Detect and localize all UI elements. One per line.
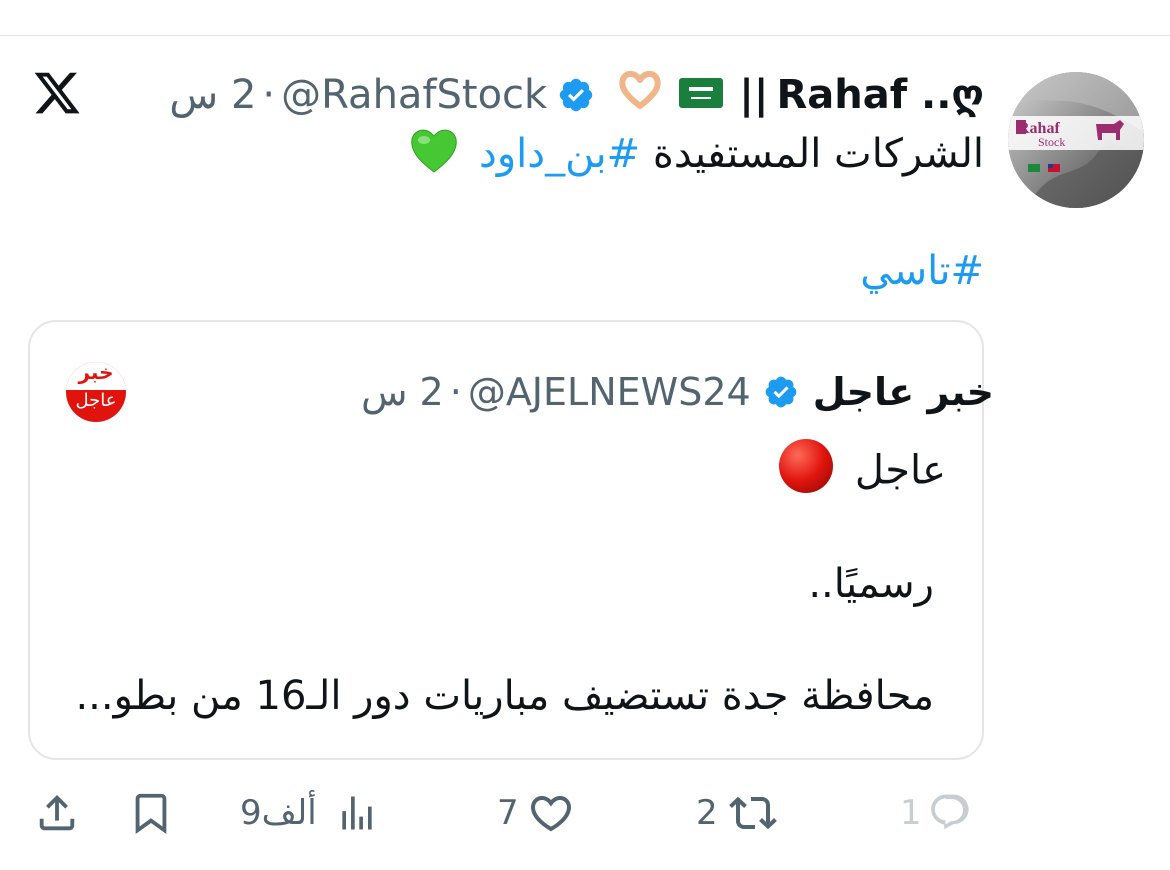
quote-avatar-top-text: خبر [78,362,114,384]
like-action[interactable]: 7 [497,788,577,838]
tweet-header: Rahaf ..ღ || @RahafStock · 2 س [169,70,984,120]
like-icon [530,796,571,832]
quote-handle[interactable]: @AJELNEWS24 [468,370,751,414]
reply-icon [930,794,969,830]
hashtag-link-tasi[interactable]: #تاسي [860,248,984,294]
bookmark-icon [135,793,167,834]
quote-author-name[interactable]: خبر عاجل [813,370,994,414]
reply-action[interactable]: 1 [900,788,972,838]
retweet-action[interactable]: 2 [696,788,780,838]
quote-text-line-1: عاجل [778,438,946,507]
quote-text-line-3: محافظة جدة تستضيف مباريات دور الـ16 من ب… [75,673,934,719]
author-handle[interactable]: @RahafStock [281,72,547,118]
quote-author-avatar[interactable]: خبر عاجل [66,362,126,422]
hashtag-link[interactable]: #بن_داود [479,131,640,177]
quote-time[interactable]: 2 س [361,370,444,414]
verified-badge-icon [559,78,593,112]
reply-count: 1 [900,793,922,833]
views-action[interactable]: 9ألف [240,788,379,838]
like-count: 7 [497,793,519,833]
red-circle-icon [778,438,834,507]
quote-text-urgent: عاجل [854,447,946,494]
tweet-text-line-2: #تاسي [860,246,984,296]
retweet-count: 2 [696,793,718,833]
avatar-image: Rahaf Stock [1008,72,1144,208]
top-divider [0,35,1170,36]
quote-meta-dot: · [449,370,462,414]
quote-header: 2 س · @AJELNEWS24 خبر عاجل [361,367,994,417]
avatar-text-sub: Stock [1038,135,1065,149]
heart-hands-icon [617,70,663,120]
retweet-icon [728,796,777,830]
verified-badge-icon [765,376,797,408]
views-icon [341,796,372,830]
quote-avatar-bottom-text: عاجل [75,390,117,411]
x-logo-icon [34,72,80,114]
meta-dot: · [262,72,276,118]
green-heart-icon [408,126,460,186]
quote-text-line-2: رسميًا.. [808,561,934,607]
saudi-flag-icon [679,72,724,118]
share-icon [39,794,75,831]
share-action[interactable] [34,788,80,838]
bookmark-action[interactable] [128,788,174,838]
tweet-text: الشركات المستفيدة [652,131,984,177]
tweet-time[interactable]: 2 س [169,72,256,118]
tweet-text-line-1: الشركات المستفيدة #بن_داود [408,126,984,186]
author-avatar[interactable]: Rahaf Stock [1008,72,1144,208]
views-count: 9ألف [240,793,317,833]
author-separator: || [739,72,769,118]
author-name[interactable]: Rahaf ..ღ [776,72,984,118]
